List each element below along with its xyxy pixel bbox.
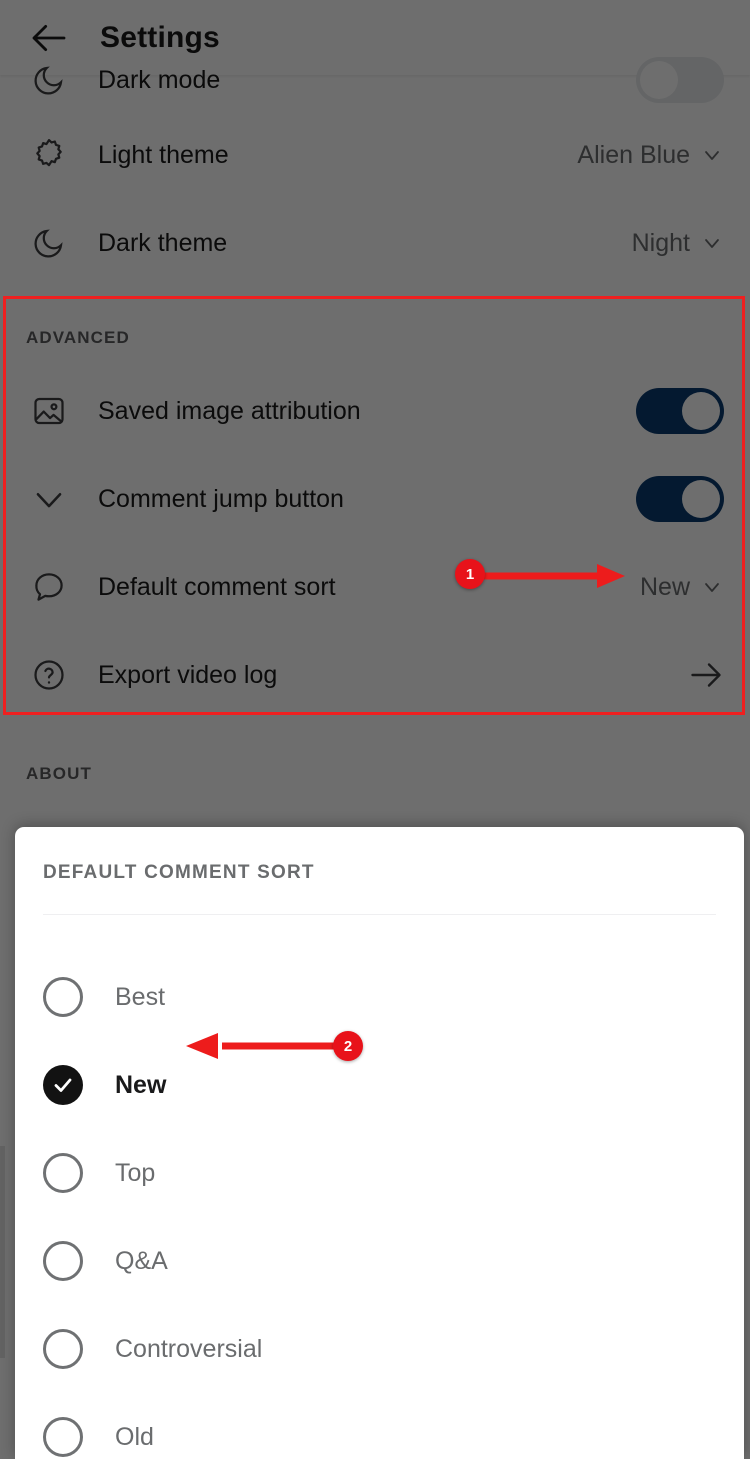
option-label: Controversial	[115, 1334, 263, 1363]
radio-unchecked-icon[interactable]	[43, 1241, 83, 1281]
half-moon-icon	[26, 57, 72, 103]
toggle-knob	[682, 480, 720, 518]
chevron-down-icon	[26, 476, 72, 522]
option-label: Best	[115, 982, 166, 1011]
screen-root: Settings Dark mode Light theme Alien Blu…	[0, 0, 750, 1459]
saved-image-attribution-toggle[interactable]	[636, 388, 724, 434]
settings-row-label: Light theme	[98, 140, 229, 169]
comment-jump-button-toggle[interactable]	[636, 476, 724, 522]
section-header-about: ABOUT	[26, 764, 92, 783]
arrow-right-icon[interactable]	[688, 657, 724, 693]
question-circle-icon	[26, 652, 72, 698]
comment-bubble-icon	[26, 564, 72, 610]
default-comment-sort-value: New	[639, 572, 690, 601]
settings-row-label: Dark mode	[98, 65, 221, 94]
settings-row-default-comment-sort[interactable]: Default comment sort New	[0, 543, 750, 631]
option-row-qa[interactable]: Q&A	[15, 1217, 744, 1305]
option-row-controversial[interactable]: Controversial	[15, 1305, 744, 1393]
radio-checked-icon[interactable]	[43, 1065, 83, 1105]
dark-mode-toggle[interactable]	[636, 57, 724, 103]
option-row-top[interactable]: Top	[15, 1129, 744, 1217]
image-icon	[26, 388, 72, 434]
dialog-title: DEFAULT COMMENT SORT	[43, 862, 315, 883]
settings-row-label: Export video log	[98, 660, 278, 689]
option-label: Q&A	[115, 1246, 168, 1275]
toggle-knob	[682, 392, 720, 430]
option-row-old[interactable]: Old	[15, 1393, 744, 1459]
chevron-down-icon[interactable]	[700, 143, 724, 167]
option-row-best[interactable]: Best	[15, 953, 744, 1041]
chevron-down-icon[interactable]	[700, 231, 724, 255]
dark-theme-value: Night	[631, 228, 690, 257]
settings-row-label: Comment jump button	[98, 484, 344, 513]
settings-row-label: Default comment sort	[98, 572, 336, 601]
section-header-advanced: ADVANCED	[26, 328, 130, 347]
sun-icon	[26, 132, 72, 178]
radio-unchecked-icon[interactable]	[43, 1153, 83, 1193]
default-comment-sort-dialog: DEFAULT COMMENT SORT Best New Top Q&A Co…	[15, 827, 744, 1459]
option-row-new[interactable]: New	[15, 1041, 744, 1129]
option-label: Old	[115, 1422, 154, 1451]
option-label: Top	[115, 1158, 156, 1187]
settings-row-comment-jump-button[interactable]: Comment jump button	[0, 455, 750, 543]
settings-row-light-theme[interactable]: Light theme Alien Blue	[0, 111, 750, 199]
moon-icon	[26, 220, 72, 266]
dialog-divider	[43, 914, 716, 915]
option-label: New	[115, 1070, 167, 1099]
settings-list: Dark mode Light theme Alien Blue Dark th…	[0, 49, 750, 891]
settings-row-dark-mode[interactable]: Dark mode	[0, 49, 750, 111]
settings-row-dark-theme[interactable]: Dark theme Night	[0, 199, 750, 287]
annotation-badge-2: 2	[333, 1031, 363, 1061]
radio-unchecked-icon[interactable]	[43, 1329, 83, 1369]
chevron-down-icon[interactable]	[700, 575, 724, 599]
settings-row-label: Saved image attribution	[98, 396, 361, 425]
annotation-badge-1: 1	[455, 559, 485, 589]
radio-unchecked-icon[interactable]	[43, 1417, 83, 1457]
settings-row-label: Dark theme	[98, 228, 228, 257]
scrollbar-track[interactable]	[0, 1146, 5, 1358]
toggle-knob	[640, 61, 678, 99]
settings-row-saved-image-attribution[interactable]: Saved image attribution	[0, 367, 750, 455]
light-theme-value: Alien Blue	[577, 140, 690, 169]
settings-row-export-video-log[interactable]: Export video log	[0, 631, 750, 719]
radio-unchecked-icon[interactable]	[43, 977, 83, 1017]
